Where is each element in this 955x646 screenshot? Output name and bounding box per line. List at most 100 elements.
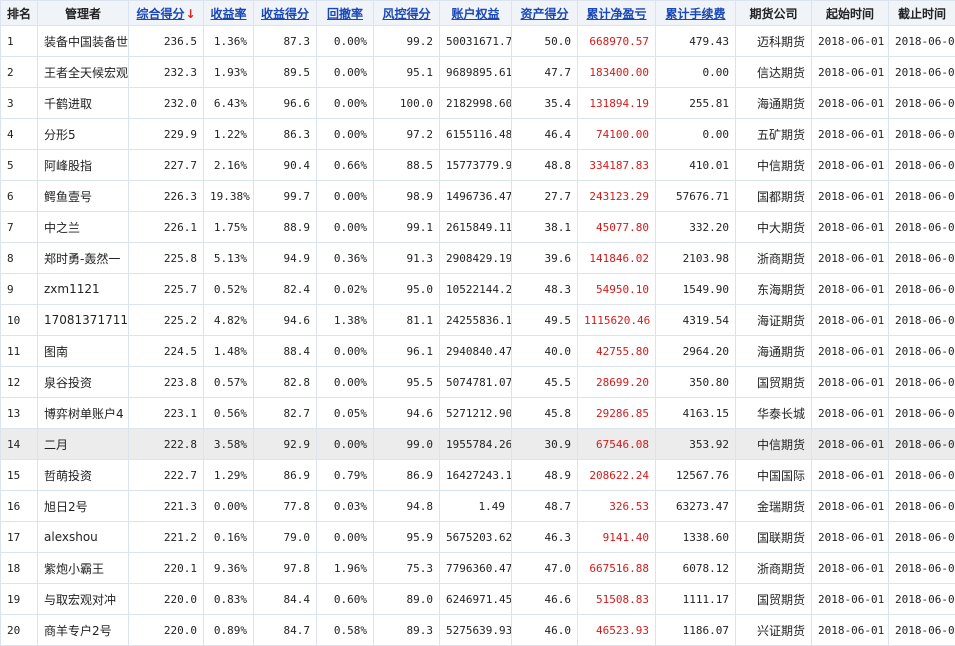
table-row[interactable]: 18紫炮小霸王220.19.36%97.81.96%75.37796360.47… (1, 553, 955, 584)
cell-rank: 20 (1, 615, 38, 646)
table-row[interactable]: 12泉谷投资223.80.57%82.80.00%95.55074781.074… (1, 367, 955, 398)
table-row[interactable]: 1装备中国装备世236.51.36%87.30.00%99.250031671.… (1, 26, 955, 57)
header-fees[interactable]: 累计手续费 (656, 1, 736, 26)
table-row[interactable]: 5阿峰股指227.72.16%90.40.66%88.515773779.934… (1, 150, 955, 181)
header-return-rate-label: 收益率 (210, 7, 246, 21)
header-return-score-label: 收益得分 (261, 7, 309, 21)
header-return-score[interactable]: 收益得分 (254, 1, 317, 26)
table-row[interactable]: 8郑时勇-轰然一225.85.13%94.90.36%91.32908429.1… (1, 243, 955, 274)
cell-start-date: 2018-06-01 (812, 243, 889, 274)
cell-manager: 泉谷投资 (38, 367, 129, 398)
table-row[interactable]: 16旭日2号221.30.00%77.80.03%94.81.4948.7326… (1, 491, 955, 522)
cell-manager: 与取宏观对冲 (38, 584, 129, 615)
cell-net-profit: 42755.80 (578, 336, 656, 367)
cell-asset-score: 27.7 (512, 181, 578, 212)
cell-net-profit: 29286.85 (578, 398, 656, 429)
cell-account-equity: 6246971.45 (440, 584, 512, 615)
table-row[interactable]: 4分形5229.91.22%86.30.00%97.26155116.4846.… (1, 119, 955, 150)
cell-total-score: 221.2 (129, 522, 204, 553)
cell-return-score: 99.7 (254, 181, 317, 212)
cell-fees: 1111.17 (656, 584, 736, 615)
cell-end-date: 2018-06-05 (889, 615, 955, 646)
cell-total-score: 229.9 (129, 119, 204, 150)
cell-rank: 5 (1, 150, 38, 181)
cell-rank: 12 (1, 367, 38, 398)
cell-drawdown-rate: 0.00% (317, 181, 374, 212)
cell-manager: 博弈树单账户4 (38, 398, 129, 429)
cell-fees: 0.00 (656, 57, 736, 88)
header-asset-score-label: 资产得分 (520, 7, 568, 21)
table-row[interactable]: 20商羊专户2号220.00.89%84.70.58%89.35275639.9… (1, 615, 955, 646)
cell-return-rate: 0.57% (204, 367, 254, 398)
cell-asset-score: 40.0 (512, 336, 578, 367)
table-row[interactable]: 9zxm1121225.70.52%82.40.02%95.010522144.… (1, 274, 955, 305)
cell-company: 金瑞期货 (736, 491, 812, 522)
table-row[interactable]: 17alexshou221.20.16%79.00.00%95.95675203… (1, 522, 955, 553)
cell-risk-score: 89.0 (374, 584, 440, 615)
cell-start-date: 2018-06-01 (812, 584, 889, 615)
cell-start-date: 2018-06-01 (812, 305, 889, 336)
header-total-score-label: 综合得分 (136, 7, 184, 21)
cell-return-score: 88.4 (254, 336, 317, 367)
table-row[interactable]: 3千鹤进取232.06.43%96.60.00%100.02182998.603… (1, 88, 955, 119)
table-row[interactable]: 6鳄鱼壹号226.319.38%99.70.00%98.91496736.472… (1, 181, 955, 212)
cell-company: 东海期货 (736, 274, 812, 305)
arrow-down-icon[interactable]: ↓ (185, 7, 195, 21)
cell-account-equity: 5074781.07 (440, 367, 512, 398)
cell-manager: 阿峰股指 (38, 150, 129, 181)
cell-drawdown-rate: 0.60% (317, 584, 374, 615)
cell-return-rate: 1.36% (204, 26, 254, 57)
cell-return-rate: 1.75% (204, 212, 254, 243)
cell-rank: 1 (1, 26, 38, 57)
table-body: 1装备中国装备世236.51.36%87.30.00%99.250031671.… (1, 26, 955, 646)
table-row[interactable]: 19与取宏观对冲220.00.83%84.40.60%89.06246971.4… (1, 584, 955, 615)
table-row[interactable]: 2王者全天候宏观232.31.93%89.50.00%95.19689895.6… (1, 57, 955, 88)
cell-drawdown-rate: 0.00% (317, 57, 374, 88)
table-row[interactable]: 13博弈树单账户4223.10.56%82.70.05%94.65271212.… (1, 398, 955, 429)
cell-return-rate: 0.56% (204, 398, 254, 429)
cell-end-date: 2018-06-05 (889, 26, 955, 57)
table-row[interactable]: 14二月222.83.58%92.90.00%99.01955784.2630.… (1, 429, 955, 460)
cell-fees: 4163.15 (656, 398, 736, 429)
header-return-rate[interactable]: 收益率 (204, 1, 254, 26)
cell-rank: 11 (1, 336, 38, 367)
cell-net-profit: 1115620.46 (578, 305, 656, 336)
cell-return-rate: 1.22% (204, 119, 254, 150)
cell-net-profit: 51508.83 (578, 584, 656, 615)
cell-account-equity: 5271212.90 (440, 398, 512, 429)
table-row[interactable]: 15哲萌投资222.71.29%86.90.79%86.916427243.19… (1, 460, 955, 491)
cell-account-equity: 2940840.47 (440, 336, 512, 367)
cell-account-equity: 15773779.93 (440, 150, 512, 181)
table-row[interactable]: 7中之兰226.11.75%88.90.00%99.12615849.1138.… (1, 212, 955, 243)
header-account-equity[interactable]: 账户权益 (440, 1, 512, 26)
cell-asset-score: 49.5 (512, 305, 578, 336)
cell-return-score: 87.3 (254, 26, 317, 57)
header-asset-score[interactable]: 资产得分 (512, 1, 578, 26)
header-risk-score[interactable]: 风控得分 (374, 1, 440, 26)
cell-fees: 1338.60 (656, 522, 736, 553)
cell-drawdown-rate: 0.00% (317, 522, 374, 553)
cell-start-date: 2018-06-01 (812, 150, 889, 181)
cell-manager: 鳄鱼壹号 (38, 181, 129, 212)
cell-net-profit: 208622.24 (578, 460, 656, 491)
table-row[interactable]: 11图南224.51.48%88.40.00%96.12940840.4740.… (1, 336, 955, 367)
cell-asset-score: 48.8 (512, 150, 578, 181)
cell-end-date: 2018-06-05 (889, 584, 955, 615)
cell-manager: 二月 (38, 429, 129, 460)
table-row[interactable]: 1017081371711225.24.82%94.61.38%81.12425… (1, 305, 955, 336)
header-total-score[interactable]: 综合得分↓ (129, 1, 204, 26)
header-account-equity-label: 账户权益 (451, 7, 499, 21)
cell-fees: 255.81 (656, 88, 736, 119)
cell-total-score: 220.0 (129, 615, 204, 646)
cell-net-profit: 131894.19 (578, 88, 656, 119)
cell-start-date: 2018-06-01 (812, 522, 889, 553)
cell-company: 国联期货 (736, 522, 812, 553)
cell-start-date: 2018-06-01 (812, 367, 889, 398)
cell-company: 中大期货 (736, 212, 812, 243)
cell-account-equity: 16427243.19 (440, 460, 512, 491)
cell-fees: 6078.12 (656, 553, 736, 584)
header-net-profit[interactable]: 累计净盈亏 (578, 1, 656, 26)
cell-account-equity: 2615849.11 (440, 212, 512, 243)
header-drawdown-rate[interactable]: 回撤率 (317, 1, 374, 26)
cell-fees: 2964.20 (656, 336, 736, 367)
